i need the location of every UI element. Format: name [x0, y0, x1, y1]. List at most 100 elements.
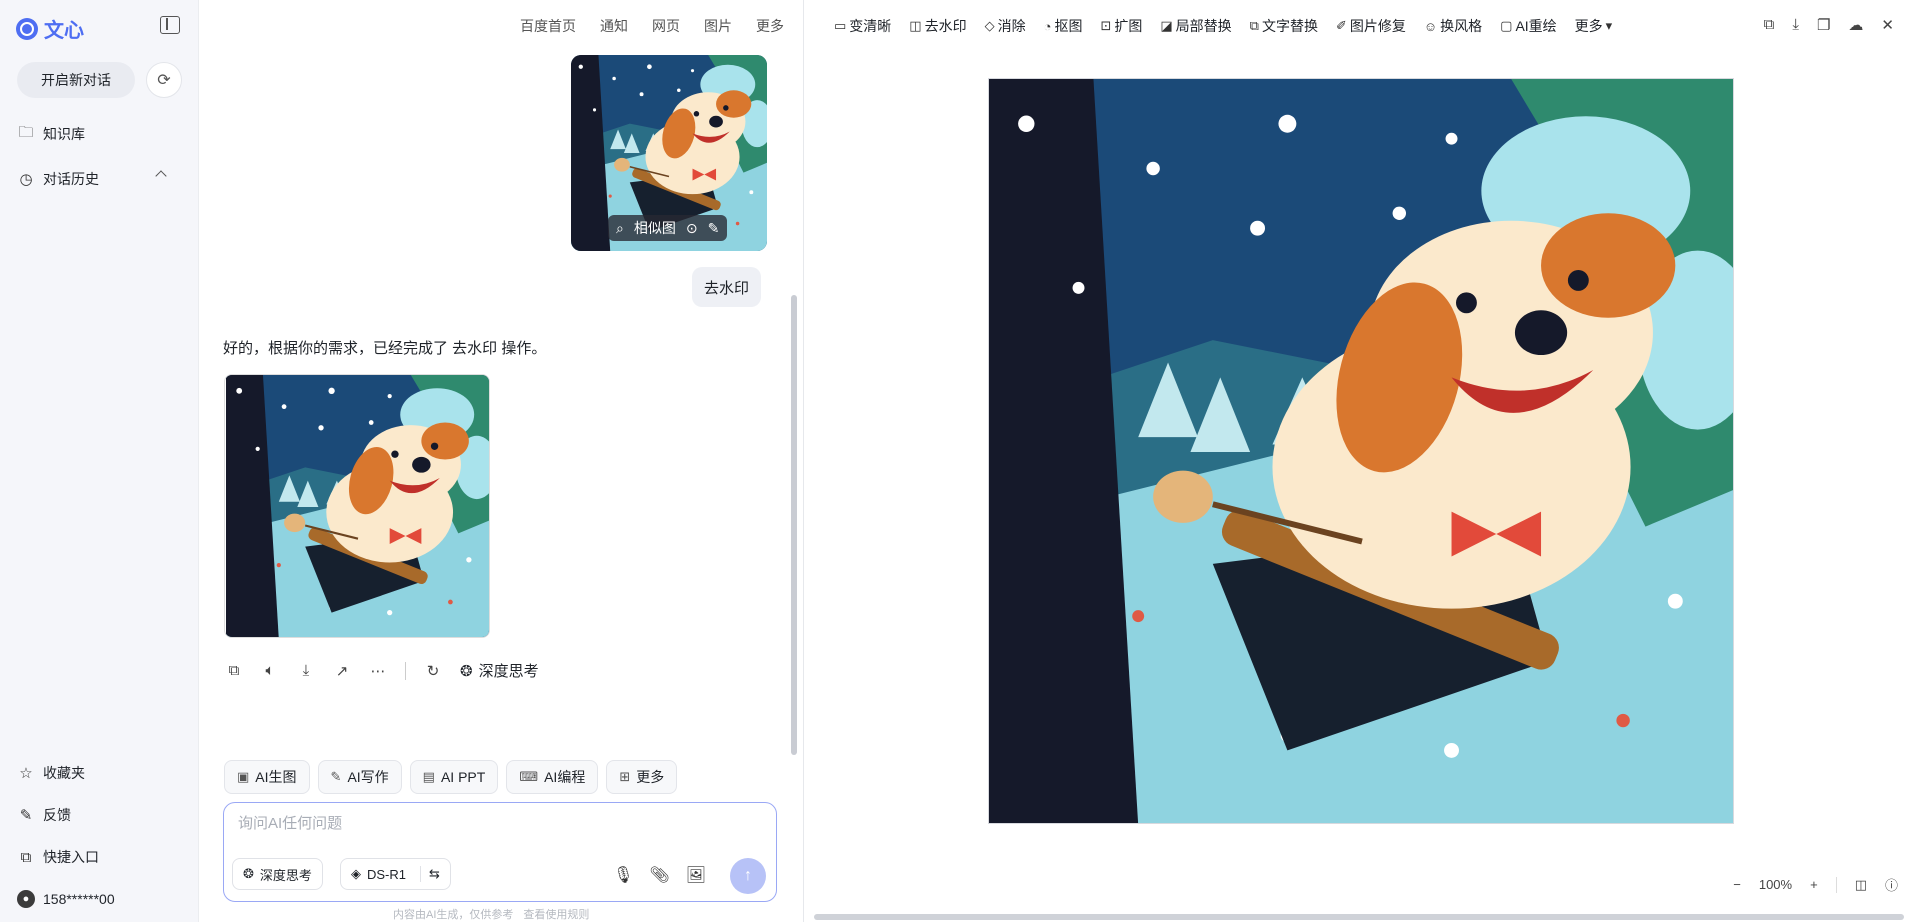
model-icon: ◈: [351, 866, 361, 881]
tool-more[interactable]: 更多 ▾: [1575, 16, 1613, 36]
microphone-icon[interactable]: 🎙︎: [613, 865, 633, 885]
refresh-icon[interactable]: ⟳: [146, 62, 182, 98]
tool-enhance[interactable]: ▭ 变清晰: [834, 16, 891, 36]
zoom-out-icon[interactable]: −: [1733, 877, 1741, 892]
hd-icon: ▭: [834, 18, 847, 33]
image-upload-icon[interactable]: 🖼︎: [686, 865, 706, 885]
wenxin-logo-icon: [16, 17, 38, 40]
sidebar-collapse-icon[interactable]: [160, 16, 180, 34]
speaker-icon[interactable]: 🔈︎: [261, 662, 279, 680]
tool-label: 换风格: [1440, 18, 1483, 34]
tool-label: 扩图: [1114, 18, 1143, 34]
deep-think-action[interactable]: ❂ 深度思考: [460, 660, 539, 681]
user-account[interactable]: ● 158******00: [17, 888, 115, 910]
brand-name: 文心: [44, 20, 84, 42]
deep-think-icon: ❂: [243, 866, 254, 881]
tool-cutout[interactable]: ◔ 抠图: [1044, 16, 1083, 36]
avatar: ●: [17, 890, 35, 908]
compare-icon[interactable]: ◫: [1855, 877, 1867, 893]
quick-ai-image[interactable]: ▣ AI生图: [224, 760, 310, 794]
sidebar-item-label: 快捷入口: [43, 849, 99, 865]
attachment-icon[interactable]: 📎︎: [649, 865, 669, 885]
similar-image-button[interactable]: 相似图: [634, 218, 676, 238]
result-image[interactable]: [224, 374, 490, 638]
sidebar-item-label: 收藏夹: [43, 765, 85, 781]
more-icon[interactable]: ⋯: [369, 662, 387, 680]
tool-local-replace[interactable]: ◪ 局部替换: [1160, 16, 1231, 36]
tool-erase[interactable]: ◇ 消除: [985, 16, 1026, 36]
chip-label: AI PPT: [440, 769, 486, 785]
model-selector[interactable]: ◈ DS-R1 ⇆: [340, 858, 451, 890]
nav-notifications[interactable]: 通知: [600, 16, 628, 36]
sidebar-item-knowledge[interactable]: 🗀 知识库: [17, 123, 85, 145]
sidebar-item-favorites[interactable]: ☆ 收藏夹: [17, 762, 85, 784]
copy-icon[interactable]: ❐: [1817, 16, 1830, 34]
swap-icon[interactable]: ⇆: [420, 866, 440, 882]
tool-repair[interactable]: ✐ 图片修复: [1336, 16, 1406, 36]
message-actions: ⧉ 🔈︎ ⤓ ↗ ⋯ ↻ ❂ 深度思考: [225, 660, 539, 681]
usage-rules-link[interactable]: 查看使用规则: [523, 906, 589, 922]
quick-ai-code[interactable]: ⌨ AI编程: [506, 760, 599, 794]
deep-think-toggle[interactable]: ❂ 深度思考: [232, 858, 323, 890]
message-input[interactable]: [238, 815, 758, 832]
editor-window-actions: ⧉ ⤓ ❐ ☁ ✕: [1764, 16, 1894, 34]
star-icon: ☆: [19, 765, 33, 782]
disclaimer: 内容由AI生成，仅供参考 查看使用规则: [393, 906, 589, 922]
upload-icon[interactable]: ☁: [1848, 16, 1863, 34]
caret-down-icon: ▾: [1605, 18, 1613, 33]
image-search-icon[interactable]: ⊙: [686, 220, 698, 237]
sidebar-item-feedback[interactable]: ✎ 反馈: [17, 804, 71, 826]
info-icon[interactable]: ⓘ: [1885, 875, 1898, 894]
image-editor-panel: ▭ 变清晰 ◫ 去水印 ◇ 消除 ◔ 抠图 ⊡ 扩图 ◪ 局部替换 ⧉ 文字替换 ✐ 图片修复 …: [803, 0, 1908, 922]
refresh-icon[interactable]: ↻: [424, 662, 442, 680]
send-button[interactable]: ↑: [730, 858, 766, 894]
app-window: 文心 开启新对话 ⟳ 🗀 知识库 ◷ 对话历史 ☆ 收藏夹 ✎ 反馈 ⧉ 快捷入…: [0, 0, 1908, 922]
open-external-icon[interactable]: ⧉: [1764, 16, 1775, 34]
image-icon: ▣: [237, 769, 250, 784]
brand[interactable]: 文心: [16, 14, 84, 43]
tool-text-replace[interactable]: ⧉ 文字替换: [1250, 16, 1318, 36]
quick-ai-ppt[interactable]: ▤ AI PPT: [409, 760, 499, 794]
watermark-icon: ◫: [909, 18, 922, 33]
redraw-icon: ▢: [1500, 18, 1513, 33]
quick-ai-writing[interactable]: ✎ AI写作: [317, 760, 402, 794]
chat-scrollbar[interactable]: [791, 295, 797, 755]
nav-more[interactable]: 更多: [756, 16, 784, 36]
chip-label: 更多: [636, 769, 665, 785]
editor-canvas-image[interactable]: [988, 78, 1734, 824]
zoom-in-icon[interactable]: +: [1810, 877, 1818, 892]
download-icon[interactable]: ⤓: [297, 662, 315, 680]
feedback-icon: ✎: [19, 807, 33, 824]
tool-expand[interactable]: ⊡ 扩图: [1100, 16, 1142, 36]
nav-images[interactable]: 图片: [704, 16, 732, 36]
clock-icon: ◷: [19, 171, 33, 188]
new-chat-button[interactable]: 开启新对话: [17, 62, 135, 98]
image-edit-icon[interactable]: ✎: [708, 220, 720, 237]
nav-web[interactable]: 网页: [652, 16, 680, 36]
deep-think-icon: ❂: [460, 662, 473, 680]
sidebar-item-label: 知识库: [43, 126, 85, 142]
ppt-icon: ▤: [422, 769, 435, 784]
chip-label: AI写作: [347, 769, 389, 785]
tool-ai-redraw[interactable]: ▢ AI重绘: [1500, 16, 1557, 36]
close-icon[interactable]: ✕: [1881, 16, 1894, 34]
copy-icon[interactable]: ⧉: [225, 662, 243, 680]
sidebar-item-quick-entry[interactable]: ⧉ 快捷入口: [17, 846, 99, 868]
editor-horizontal-scrollbar[interactable]: [814, 914, 1904, 920]
download-icon[interactable]: ⤓: [1792, 16, 1799, 34]
tool-restyle[interactable]: ☺ 换风格: [1424, 16, 1482, 36]
user-uploaded-image[interactable]: ⌕ 相似图 ⊙ ✎: [571, 55, 767, 251]
sidebar-item-label: 反馈: [43, 807, 71, 823]
tool-label: 更多: [1574, 18, 1603, 34]
style-icon: ☺: [1423, 18, 1438, 34]
nav-baidu-home[interactable]: 百度首页: [520, 16, 576, 36]
sidebar-item-history[interactable]: ◷ 对话历史: [17, 168, 99, 190]
chevron-up-icon[interactable]: [155, 170, 167, 182]
quick-more[interactable]: ⊞ 更多: [606, 760, 678, 794]
replace-icon: ◪: [1160, 18, 1173, 33]
pen-icon: ✎: [330, 769, 342, 784]
deep-think-label: 深度思考: [478, 663, 539, 680]
share-icon[interactable]: ↗: [333, 662, 351, 680]
text-replace-icon: ⧉: [1249, 18, 1259, 33]
tool-remove-watermark[interactable]: ◫ 去水印: [909, 16, 966, 36]
